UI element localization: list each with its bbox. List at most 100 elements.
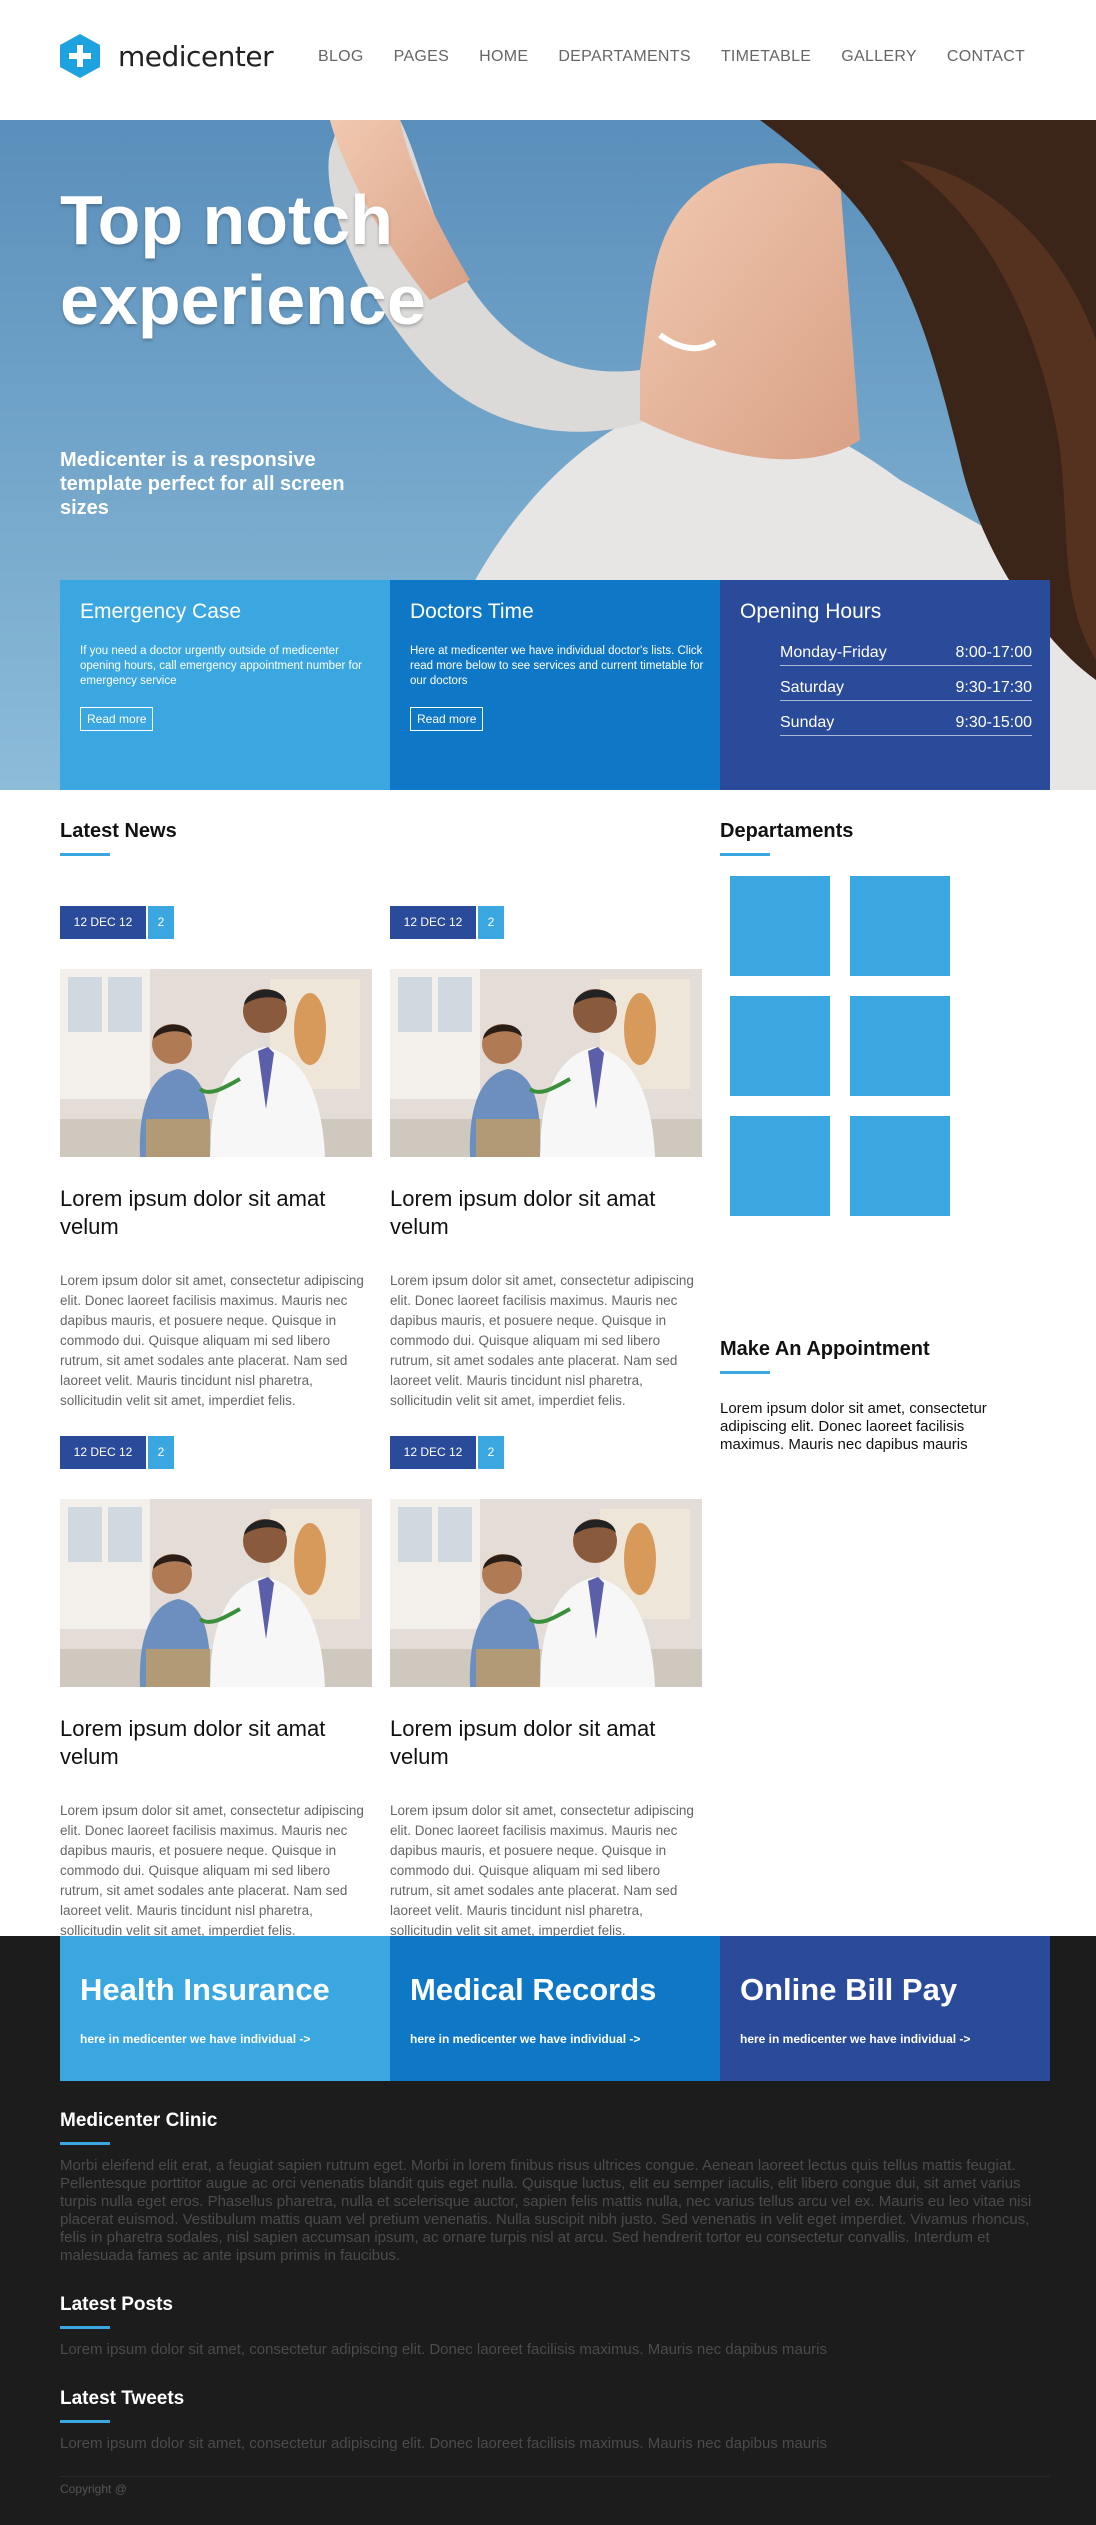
hours-row: Saturday 9:30-17:30 xyxy=(780,679,1032,701)
nav-contact[interactable]: CONTACT xyxy=(947,48,1025,66)
news-excerpt: Lorem ipsum dolor sit amet, consectetur … xyxy=(60,1803,364,1938)
news-image[interactable] xyxy=(390,1499,702,1687)
emergency-read-more-button[interactable]: Read more xyxy=(80,707,154,731)
emergency-case-box: Emergency Case If you need a doctor urge… xyxy=(60,580,390,790)
appointment-text: Lorem ipsum dolor sit amet, consectetur … xyxy=(720,1400,987,1453)
department-tile[interactable] xyxy=(850,1116,950,1216)
hours-title: Opening Hours xyxy=(740,600,882,623)
hours-time: 9:30-15:00 xyxy=(955,714,1032,731)
news-item: 12 DEC 12 2 Lorem ipsum dolor sit amat v… xyxy=(390,1436,702,1941)
medical-cross-icon xyxy=(60,34,100,78)
doctors-text: Here at medicenter we have individual do… xyxy=(410,645,704,687)
nav-gallery[interactable]: GALLERY xyxy=(841,48,917,66)
nav-blog[interactable]: BLOG xyxy=(318,48,364,66)
doctor-child-photo xyxy=(60,969,372,1157)
department-tile[interactable] xyxy=(730,876,830,976)
cta-title: Health Insurance xyxy=(80,1972,330,2007)
comment-count-badge[interactable]: 2 xyxy=(148,1436,174,1469)
nav-timetable[interactable]: TIMETABLE xyxy=(721,48,811,66)
online-bill-pay-box[interactable]: Online Bill Pay here in medicenter we ha… xyxy=(720,1936,1050,2081)
news-image[interactable] xyxy=(60,969,372,1157)
news-image[interactable] xyxy=(60,1499,372,1687)
clinic-heading: Medicenter Clinic xyxy=(60,2110,218,2131)
cta-bar: Health Insurance here in medicenter we h… xyxy=(60,1936,1050,2081)
footer-posts-section: Latest Posts Lorem ipsum dolor sit amet,… xyxy=(60,2294,1040,2359)
news-title[interactable]: Lorem ipsum dolor sit amat velum xyxy=(390,1715,702,1771)
appointment-heading: Make An Appointment xyxy=(720,1338,930,1360)
hero-subtitle: Medicenter is a responsive template perf… xyxy=(60,449,345,519)
hours-time: 8:00-17:00 xyxy=(955,644,1032,661)
doctors-read-more-button[interactable]: Read more xyxy=(410,707,484,731)
doctors-time-box: Doctors Time Here at medicenter we have … xyxy=(390,580,720,790)
departments-grid xyxy=(730,876,1050,1216)
emergency-title: Emergency Case xyxy=(80,600,242,623)
latest-news-heading: Latest News xyxy=(60,820,177,842)
opening-hours-box: Opening Hours Monday-Friday 8:00-17:00 S… xyxy=(720,580,1050,790)
health-insurance-box[interactable]: Health Insurance here in medicenter we h… xyxy=(60,1936,390,2081)
date-badge: 12 DEC 12 xyxy=(60,906,146,939)
department-tile[interactable] xyxy=(730,1116,830,1216)
cta-link[interactable]: here in medicenter we have individual -> xyxy=(80,2032,370,2046)
doctors-title: Doctors Time xyxy=(410,600,534,623)
news-meta: 12 DEC 12 2 xyxy=(390,906,702,939)
department-tile[interactable] xyxy=(730,996,830,1096)
sidebar: Departaments Make An Appointment Lorem i… xyxy=(720,820,1050,1454)
site-header: medicenter BLOG PAGES HOME DEPARTAMENTS … xyxy=(0,0,1096,120)
tweets-heading: Latest Tweets xyxy=(60,2388,185,2409)
medical-records-box[interactable]: Medical Records here in medicenter we ha… xyxy=(390,1936,720,2081)
site-footer: Health Insurance here in medicenter we h… xyxy=(0,1936,1096,2525)
news-excerpt: Lorem ipsum dolor sit amet, consectetur … xyxy=(60,1273,364,1408)
news-title[interactable]: Lorem ipsum dolor sit amat velum xyxy=(390,1185,702,1241)
main-nav: BLOG PAGES HOME DEPARTAMENTS TIMETABLE G… xyxy=(318,48,1055,66)
hours-day: Saturday xyxy=(780,679,845,696)
clinic-text: Morbi eleifend elit erat, a feugiat sapi… xyxy=(60,2157,1032,2264)
news-item: 12 DEC 12 2 Lorem ipsum dolor sit amat v… xyxy=(60,906,372,1411)
heading-underline xyxy=(720,853,770,856)
nav-pages[interactable]: PAGES xyxy=(394,48,449,66)
footer-tweets-section: Latest Tweets Lorem ipsum dolor sit amet… xyxy=(60,2388,1040,2453)
news-item: 12 DEC 12 2 Lorem ipsum dolor sit amat v… xyxy=(390,906,702,1411)
comment-count-badge[interactable]: 2 xyxy=(478,1436,504,1469)
news-excerpt: Lorem ipsum dolor sit amet, consectetur … xyxy=(390,1273,694,1408)
news-image[interactable] xyxy=(390,969,702,1157)
news-excerpt: Lorem ipsum dolor sit amet, consectetur … xyxy=(390,1803,694,1938)
departaments-heading: Departaments xyxy=(720,820,854,842)
date-badge: 12 DEC 12 xyxy=(390,1436,476,1469)
footer-divider xyxy=(60,2476,1050,2477)
cta-title: Medical Records xyxy=(410,1972,657,2007)
cta-title: Online Bill Pay xyxy=(740,1972,958,2007)
comment-count-badge[interactable]: 2 xyxy=(478,906,504,939)
nav-departaments[interactable]: DEPARTAMENTS xyxy=(558,48,691,66)
nav-home[interactable]: HOME xyxy=(479,48,528,66)
hours-day: Sunday xyxy=(780,714,835,731)
heading-underline xyxy=(720,1371,770,1374)
doctor-child-photo xyxy=(390,969,702,1157)
doctor-child-photo xyxy=(390,1499,702,1687)
heading-underline xyxy=(60,2420,110,2423)
info-bar: Emergency Case If you need a doctor urge… xyxy=(60,580,1050,790)
tweets-text[interactable]: Lorem ipsum dolor sit amet, consectetur … xyxy=(60,2435,1040,2453)
hours-day: Monday-Friday xyxy=(780,644,887,661)
hours-row: Sunday 9:30-15:00 xyxy=(780,714,1032,736)
posts-text[interactable]: Lorem ipsum dolor sit amet, consectetur … xyxy=(60,2341,1040,2359)
footer-clinic-section: Medicenter Clinic Morbi eleifend elit er… xyxy=(60,2110,1040,2265)
cta-link[interactable]: here in medicenter we have individual -> xyxy=(740,2032,1030,2046)
news-meta: 12 DEC 12 2 xyxy=(60,1436,372,1469)
news-item: 12 DEC 12 2 Lorem ipsum dolor sit amat v… xyxy=(60,1436,372,1941)
news-title[interactable]: Lorem ipsum dolor sit amat velum xyxy=(60,1185,372,1241)
comment-count-badge[interactable]: 2 xyxy=(148,906,174,939)
cta-link[interactable]: here in medicenter we have individual -> xyxy=(410,2032,700,2046)
logo[interactable]: medicenter xyxy=(60,34,274,78)
date-badge: 12 DEC 12 xyxy=(390,906,476,939)
latest-news-section: Latest News 12 DEC 12 2 Lorem ipsum dolo… xyxy=(60,820,710,1938)
news-title[interactable]: Lorem ipsum dolor sit amat velum xyxy=(60,1715,372,1771)
main-content: Latest News 12 DEC 12 2 Lorem ipsum dolo… xyxy=(0,790,1096,1938)
heading-underline xyxy=(60,2326,110,2329)
hero-banner: Top notch experience Medicenter is a res… xyxy=(0,120,1096,790)
doctor-child-photo xyxy=(60,1499,372,1687)
department-tile[interactable] xyxy=(850,996,950,1096)
copyright: Copyright @ xyxy=(60,2482,127,2496)
appointment-section: Make An Appointment Lorem ipsum dolor si… xyxy=(720,1338,1050,1454)
department-tile[interactable] xyxy=(850,876,950,976)
hero-title: Top notch experience xyxy=(60,181,426,339)
